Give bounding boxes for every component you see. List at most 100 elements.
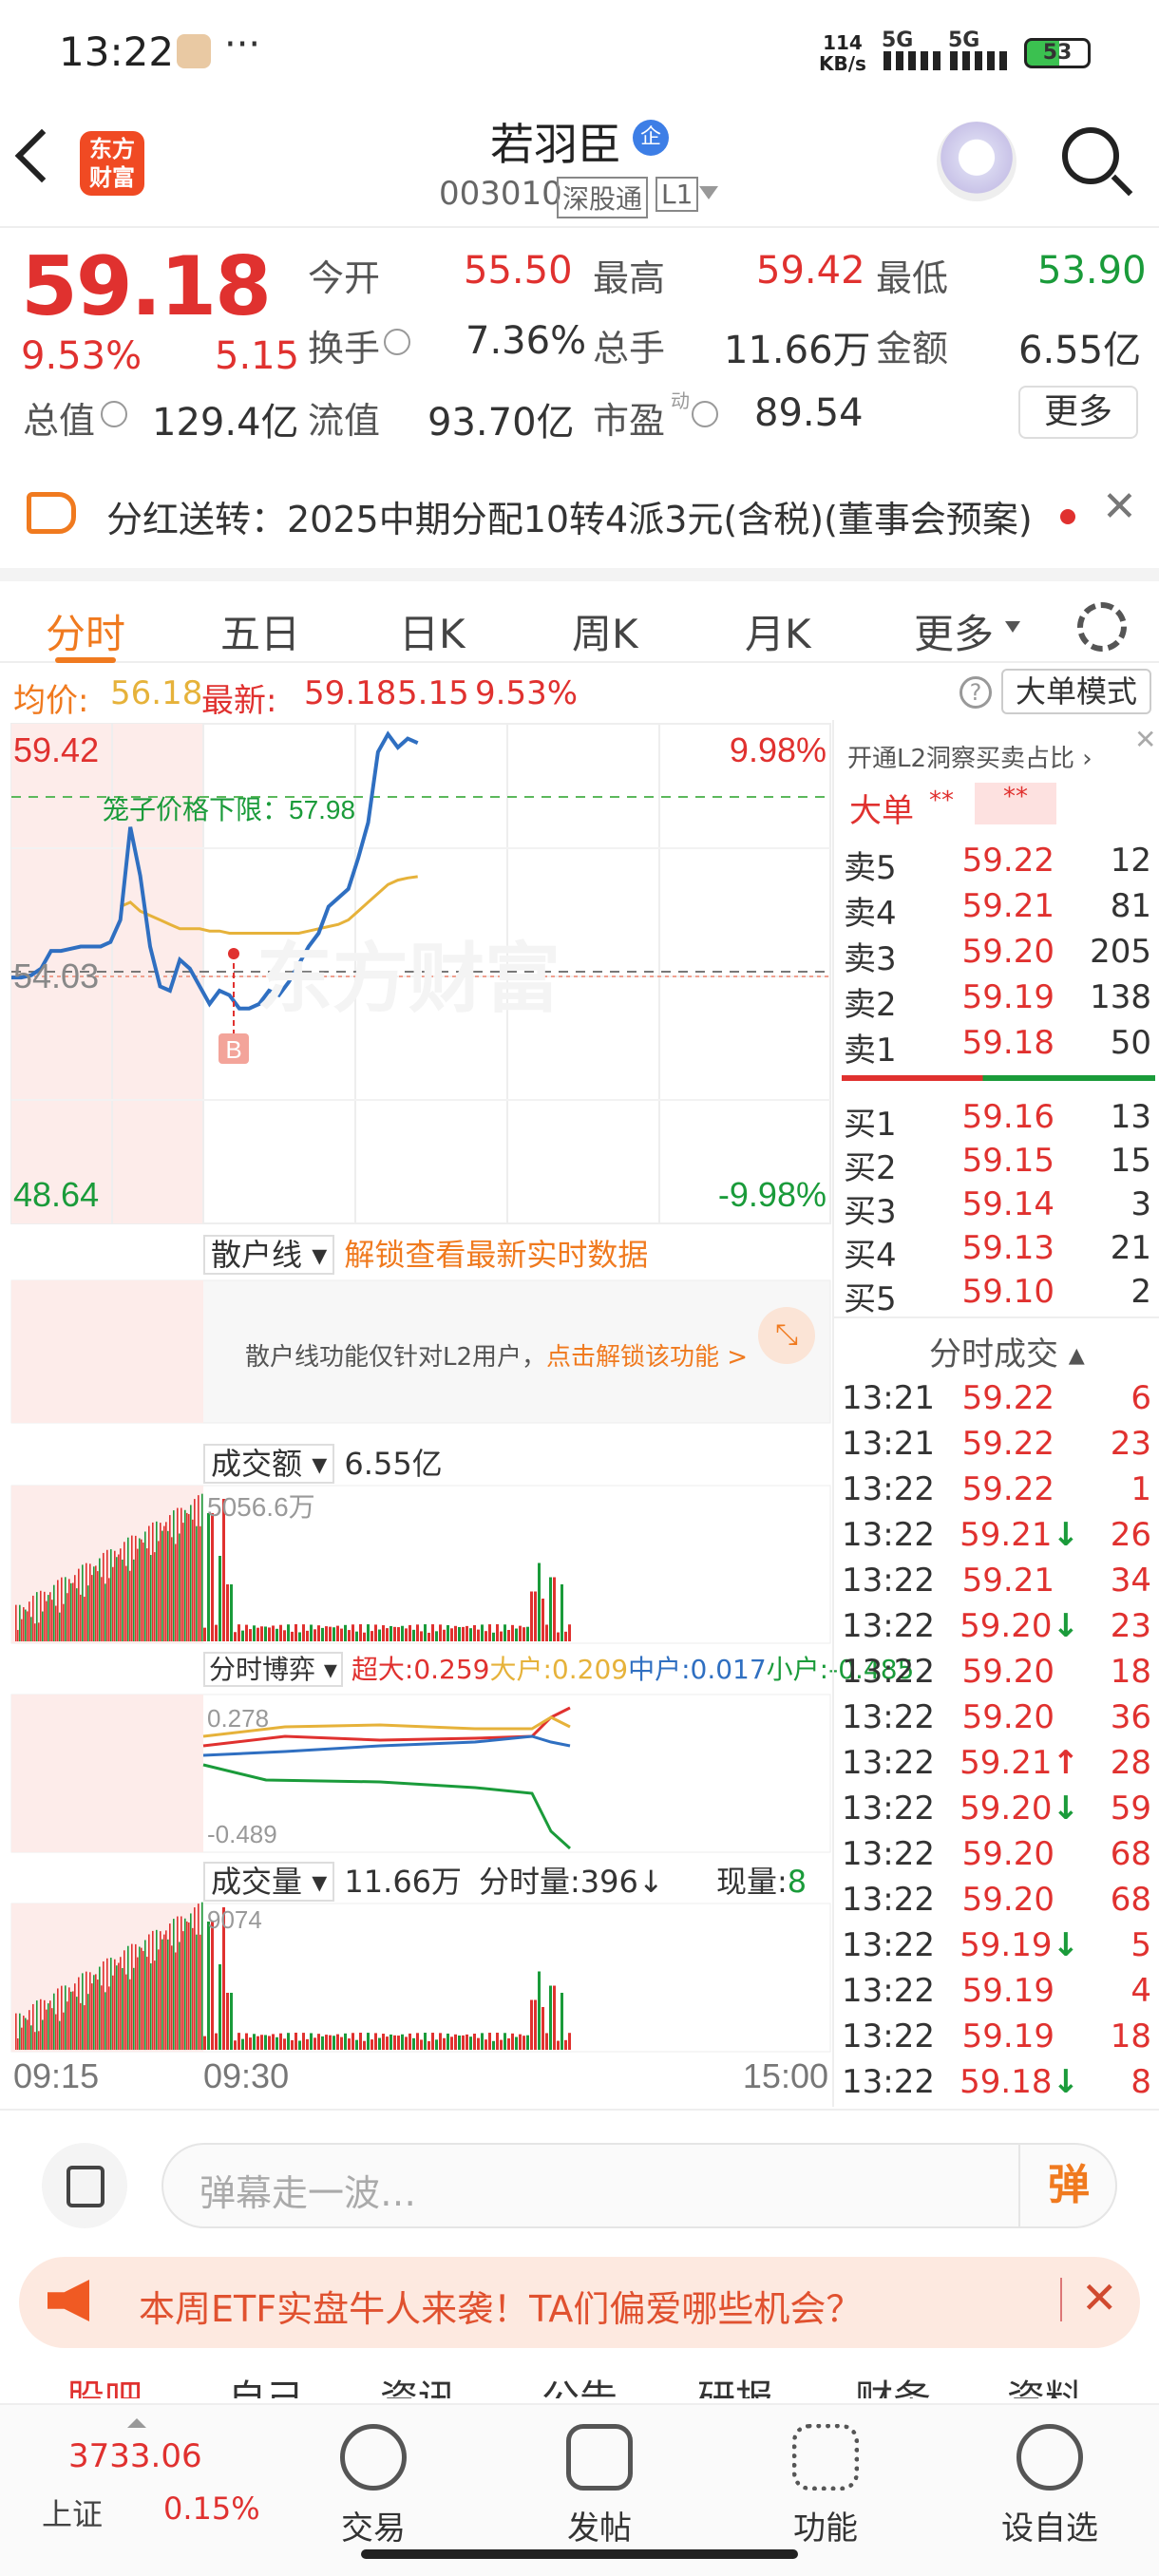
battery-icon: 53 <box>1024 38 1091 68</box>
tab-intraday[interactable]: 分时 <box>46 602 125 660</box>
tab-weekly-k[interactable]: 周K <box>572 602 638 660</box>
danmaku-send-button[interactable]: 弹 <box>1018 2145 1117 2226</box>
bid-volume: 15 <box>1110 1142 1151 1180</box>
expand-icon[interactable]: ⤡ <box>758 1307 815 1364</box>
bar <box>86 1971 87 2050</box>
nav-post[interactable]: 发帖 <box>528 2424 671 2548</box>
stock-header: 东方 财富 若羽臣 企 003010 深股通 L1 <box>0 104 1159 228</box>
bar <box>526 2035 529 2050</box>
panel-close-icon[interactable]: ✕ <box>1134 724 1156 755</box>
dividend-notice[interactable]: 分红送转：2025中期分配10转4派3元(含税)(董事会预案) ✕ <box>0 464 1159 568</box>
bar <box>492 2040 495 2050</box>
bid-price: 59.16 <box>961 1098 1054 1136</box>
turnover-info-icon[interactable] <box>384 329 410 355</box>
danmaku-input[interactable]: 弹幕走一波… 弹 <box>162 2143 1117 2228</box>
amount-dropdown[interactable]: 成交额 ▾ <box>203 1444 335 1484</box>
bar <box>84 2005 86 2050</box>
bar <box>66 1593 68 1641</box>
bar <box>51 2008 53 2050</box>
signal-bars-2-icon <box>950 51 1011 70</box>
close-icon[interactable]: ✕ <box>1102 483 1137 531</box>
index-quote[interactable]: 3733.06 上证 0.15% <box>38 2418 260 2542</box>
tab-daily-k[interactable]: 日K <box>399 602 466 660</box>
big-order-mode-button[interactable]: 大单模式 <box>1001 669 1151 714</box>
bar <box>253 1625 256 1641</box>
subtab-2[interactable]: 资讯 <box>380 2368 456 2398</box>
subtab-0[interactable]: 股吧 <box>66 2368 142 2398</box>
bar <box>424 2033 427 2050</box>
subtab-4[interactable]: 研报 <box>697 2368 773 2398</box>
bar <box>59 1612 61 1641</box>
bar <box>359 1624 362 1641</box>
signal-bars-1-icon <box>884 51 944 70</box>
tick-volume: 59 <box>1110 1790 1151 1828</box>
nav-trade[interactable]: 交易 <box>302 2424 445 2548</box>
market-cap-info-icon[interactable] <box>101 401 127 427</box>
subtab-5[interactable]: 财务 <box>855 2368 931 2398</box>
tab-monthly-k[interactable]: 月K <box>745 602 811 660</box>
amount-total: 6.55亿 <box>344 1446 443 1482</box>
bar <box>462 1626 465 1641</box>
bar <box>542 1599 544 1641</box>
retail-dropdown[interactable]: 散户线 ▾ <box>203 1235 335 1275</box>
nav-function[interactable]: 功能 <box>754 2424 897 2548</box>
bar <box>367 1624 370 1641</box>
more-button[interactable]: 更多 <box>1018 386 1138 439</box>
pe-info-icon[interactable] <box>692 401 718 427</box>
bar <box>162 1939 163 2050</box>
game-dropdown[interactable]: 分时博弈 ▾ <box>203 1652 343 1687</box>
bar <box>175 1952 177 2050</box>
settings-gear-icon[interactable] <box>1077 602 1127 652</box>
l2-tip-link[interactable]: 开通L2洞察买卖占比 › <box>847 739 1092 774</box>
bar <box>200 1525 201 1641</box>
back-arrow-icon[interactable] <box>14 128 69 183</box>
level-tag[interactable]: L1 <box>656 177 699 212</box>
tab-more[interactable]: 更多 <box>914 602 994 660</box>
bar <box>393 1626 396 1641</box>
eastmoney-logo[interactable]: 东方 财富 <box>80 131 144 196</box>
bar <box>108 1578 110 1641</box>
divider <box>834 1316 1159 1318</box>
bar <box>82 1564 84 1641</box>
pe-label: 市盈 <box>593 400 666 442</box>
retail-unlock-link[interactable]: 解锁查看最新实时数据 <box>344 1237 648 1273</box>
subtab-3[interactable]: 公告 <box>542 2368 618 2398</box>
intraday-chart-area[interactable]: B 东方财富 59.42 48.64 54.03 9.98% -9.98% 笼子… <box>0 720 914 2107</box>
game-super: 超大:0.259 <box>351 1654 490 1685</box>
help-icon[interactable]: ? <box>960 676 992 709</box>
bar <box>344 1624 347 1641</box>
ticks-header[interactable]: 分时成交 ▴ <box>929 1328 1085 1374</box>
bar <box>519 2034 522 2050</box>
bar <box>560 1993 563 2050</box>
bar <box>131 1535 133 1641</box>
bar <box>256 1627 259 1641</box>
robot-assistant-avatar[interactable] <box>937 122 1016 201</box>
retail-unlock-button[interactable]: 点击解锁该功能 > <box>546 1343 748 1372</box>
x-label-open: 09:30 <box>203 2056 289 2095</box>
chevron-down-icon[interactable] <box>699 186 718 199</box>
nav-watchlist[interactable]: 设自选 <box>978 2424 1121 2548</box>
bar <box>538 1563 541 1641</box>
bar <box>363 2040 366 2050</box>
etf-ad-banner[interactable]: 本周ETF实盘牛人来袭！TA们偏爱哪些机会？ ✕ <box>19 2257 1140 2348</box>
bid-label: 买2 <box>844 1149 897 1187</box>
bar <box>80 1594 82 1641</box>
bar <box>180 1507 182 1641</box>
tab-five-day[interactable]: 五日 <box>220 602 300 660</box>
tick-row: 13:22 59.22 1 <box>834 1470 1159 1516</box>
subtab-1[interactable]: 自己 <box>228 2368 304 2398</box>
bar <box>325 2035 328 2050</box>
bar <box>325 1626 328 1641</box>
bar <box>63 1603 65 1641</box>
tab-more-chevron-icon[interactable] <box>1005 621 1020 633</box>
bar <box>188 1923 190 2050</box>
tick-volume: 36 <box>1110 1698 1151 1736</box>
bar <box>122 1559 124 1641</box>
search-icon[interactable] <box>1062 127 1119 184</box>
bar <box>127 1945 129 2050</box>
tick-time: 13:22 <box>842 1607 935 1645</box>
bar <box>32 2003 34 2050</box>
ad-close-icon[interactable]: ✕ <box>1081 2272 1118 2323</box>
subtab-6[interactable]: 资料 <box>1007 2368 1083 2398</box>
volume-dropdown[interactable]: 成交量 ▾ <box>203 1862 335 1902</box>
